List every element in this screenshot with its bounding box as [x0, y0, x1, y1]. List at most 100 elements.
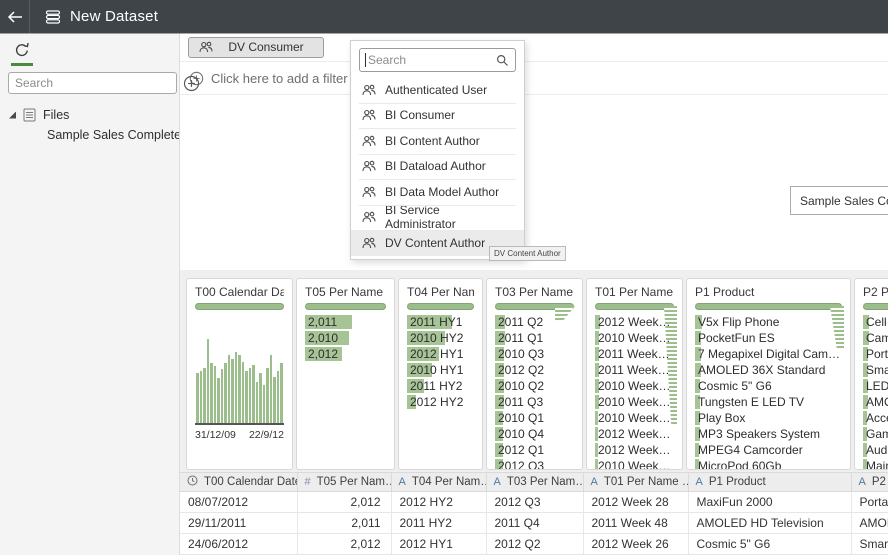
- value-row[interactable]: 2012 HY2: [407, 394, 474, 410]
- value-row[interactable]: AMOL: [863, 394, 888, 410]
- value-row[interactable]: LED: [863, 378, 888, 394]
- value-row[interactable]: Audio: [863, 442, 888, 458]
- column-card-title: T03 Per Name Qtr: [495, 285, 574, 300]
- table-header-row: T00 Calendar Date #T05 Per Nam… AT04 Per…: [180, 473, 888, 492]
- value-row[interactable]: Smart: [863, 362, 888, 378]
- value-row[interactable]: Cosmic 5" G6: [695, 378, 842, 394]
- expand-triangle-icon[interactable]: [9, 112, 16, 119]
- data-quality-bar[interactable]: [305, 303, 386, 310]
- value-row[interactable]: 2012 Q1: [495, 442, 574, 458]
- people-icon: [362, 211, 376, 223]
- value-row[interactable]: 2012 Q2: [495, 362, 574, 378]
- value-row[interactable]: 2011 HY2: [407, 378, 474, 394]
- dropdown-search-input[interactable]: [359, 48, 516, 72]
- data-quality-bar[interactable]: [407, 303, 474, 310]
- value-row[interactable]: PocketFun ES: [695, 330, 842, 346]
- value-row[interactable]: 2011 Week…: [595, 362, 674, 378]
- value-row[interactable]: Play Box: [695, 410, 842, 426]
- table-cell: 2011 Week 48: [583, 513, 688, 534]
- value-row[interactable]: 2011 HY1: [407, 314, 474, 330]
- plus-circle-icon: [183, 75, 200, 92]
- value-row[interactable]: MicroPod 60Gb: [695, 458, 842, 470]
- column-header-t03[interactable]: AT03 Per Nam…: [486, 473, 583, 492]
- value-row[interactable]: 2010 Week…: [595, 394, 674, 410]
- value-row[interactable]: 2011 Q2: [495, 314, 574, 330]
- data-quality-bar[interactable]: [595, 303, 674, 310]
- value-label: 2011 Q3: [495, 395, 543, 409]
- back-button[interactable]: [0, 0, 30, 33]
- column-header-t04[interactable]: AT04 Per Nam…: [391, 473, 486, 492]
- value-row[interactable]: Acces: [863, 410, 888, 426]
- sidebar-search-input[interactable]: [8, 72, 177, 94]
- value-row[interactable]: 2010 Week…: [595, 330, 674, 346]
- tree-node-sample-sales[interactable]: Sample Sales Complete…: [0, 125, 179, 145]
- value-row[interactable]: 2012 Q3: [495, 458, 574, 470]
- value-row[interactable]: V5x Flip Phone: [695, 314, 842, 330]
- value-row[interactable]: 2010 Q2: [495, 378, 574, 394]
- value-row[interactable]: 2010 Q3: [495, 346, 574, 362]
- value-row[interactable]: 2,011: [305, 314, 386, 330]
- value-row[interactable]: MPEG4 Camcorder: [695, 442, 842, 458]
- data-quality-bar[interactable]: [695, 303, 842, 310]
- role-item-bi-data-model-author[interactable]: BI Data Model Author: [351, 179, 524, 205]
- value-label: 2012 Week…: [595, 443, 671, 457]
- role-item-bi-service-administrator[interactable]: BI Service Administrator: [351, 205, 524, 231]
- data-quality-bar[interactable]: [195, 303, 284, 310]
- data-quality-bar[interactable]: [863, 303, 888, 310]
- tree-node-files[interactable]: Files: [0, 105, 179, 125]
- value-row[interactable]: Cell Ph: [863, 314, 888, 330]
- column-header-t05[interactable]: #T05 Per Nam…: [297, 473, 391, 492]
- value-row[interactable]: Came: [863, 330, 888, 346]
- value-row[interactable]: 2011 Week…: [595, 346, 674, 362]
- value-label: Smart: [863, 363, 888, 377]
- column-header-t00[interactable]: T00 Calendar Date: [180, 473, 297, 492]
- people-icon: [362, 84, 376, 96]
- value-label: 2010 Week…: [595, 459, 671, 470]
- value-row[interactable]: 2010 Q1: [495, 410, 574, 426]
- value-row[interactable]: 2011 Q3: [495, 394, 574, 410]
- value-row[interactable]: 2012 Week…: [595, 314, 674, 330]
- roles-list: Authenticated User BI Consumer BI Conten…: [351, 77, 524, 256]
- role-item-bi-dataload-author[interactable]: BI Dataload Author: [351, 154, 524, 180]
- value-row[interactable]: 2,010: [305, 330, 386, 346]
- value-row[interactable]: 7 Megapixel Digital Cam…: [695, 346, 842, 362]
- dataset-node-sample-sales[interactable]: Sample Sales Complete…: [790, 186, 888, 215]
- value-row[interactable]: Maint: [863, 458, 888, 470]
- table-cell: 2012 Q3: [486, 492, 583, 513]
- value-row[interactable]: 2010 Week…: [595, 378, 674, 394]
- role-item-label: BI Data Model Author: [385, 185, 499, 199]
- column-header-t01[interactable]: AT01 Per Name …: [583, 473, 688, 492]
- value-row[interactable]: 2012 Week…: [595, 442, 674, 458]
- value-row[interactable]: 2011 Q1: [495, 330, 574, 346]
- value-label: AMOL: [863, 395, 888, 409]
- value-row[interactable]: Tungsten E LED TV: [695, 394, 842, 410]
- value-label: 2011 Q1: [495, 331, 543, 345]
- value-row[interactable]: 2012 HY1: [407, 346, 474, 362]
- column-header-p1[interactable]: AP1 Product: [688, 473, 851, 492]
- histogram-bar: [273, 377, 276, 423]
- page-title: New Dataset: [70, 8, 158, 25]
- value-row[interactable]: 2,012: [305, 346, 386, 362]
- add-data-button[interactable]: [183, 75, 200, 92]
- table-row: 24/06/2012 2,012 2012 HY1 2012 Q2 2012 W…: [180, 534, 888, 555]
- value-row[interactable]: 2010 Q4: [495, 426, 574, 442]
- histogram-bar: [196, 373, 199, 423]
- role-item-authenticated-user[interactable]: Authenticated User: [351, 77, 524, 103]
- column-card-t04: T04 Per Name … 2011 HY1 2010 HY2 2012 HY…: [398, 278, 483, 470]
- value-label: Acces: [863, 411, 888, 425]
- value-row[interactable]: AMOLED 36X Standard: [695, 362, 842, 378]
- role-item-bi-content-author[interactable]: BI Content Author: [351, 128, 524, 154]
- value-row[interactable]: 2012 Week…: [595, 426, 674, 442]
- value-row[interactable]: 2010 Week…: [595, 410, 674, 426]
- value-row[interactable]: 2010 Week…: [595, 458, 674, 470]
- value-row[interactable]: 2010 HY2: [407, 330, 474, 346]
- add-filter-button[interactable]: Click here to add a filter: [180, 62, 888, 95]
- value-row[interactable]: MP3 Speakers System: [695, 426, 842, 442]
- value-row[interactable]: Gamin: [863, 426, 888, 442]
- column-header-p2[interactable]: AP2 P…: [851, 473, 888, 492]
- role-chip-dv-consumer[interactable]: DV Consumer: [188, 37, 324, 58]
- value-row[interactable]: Portal: [863, 346, 888, 362]
- role-item-bi-consumer[interactable]: BI Consumer: [351, 103, 524, 129]
- connections-tab[interactable]: [10, 41, 34, 66]
- value-row[interactable]: 2010 HY1: [407, 362, 474, 378]
